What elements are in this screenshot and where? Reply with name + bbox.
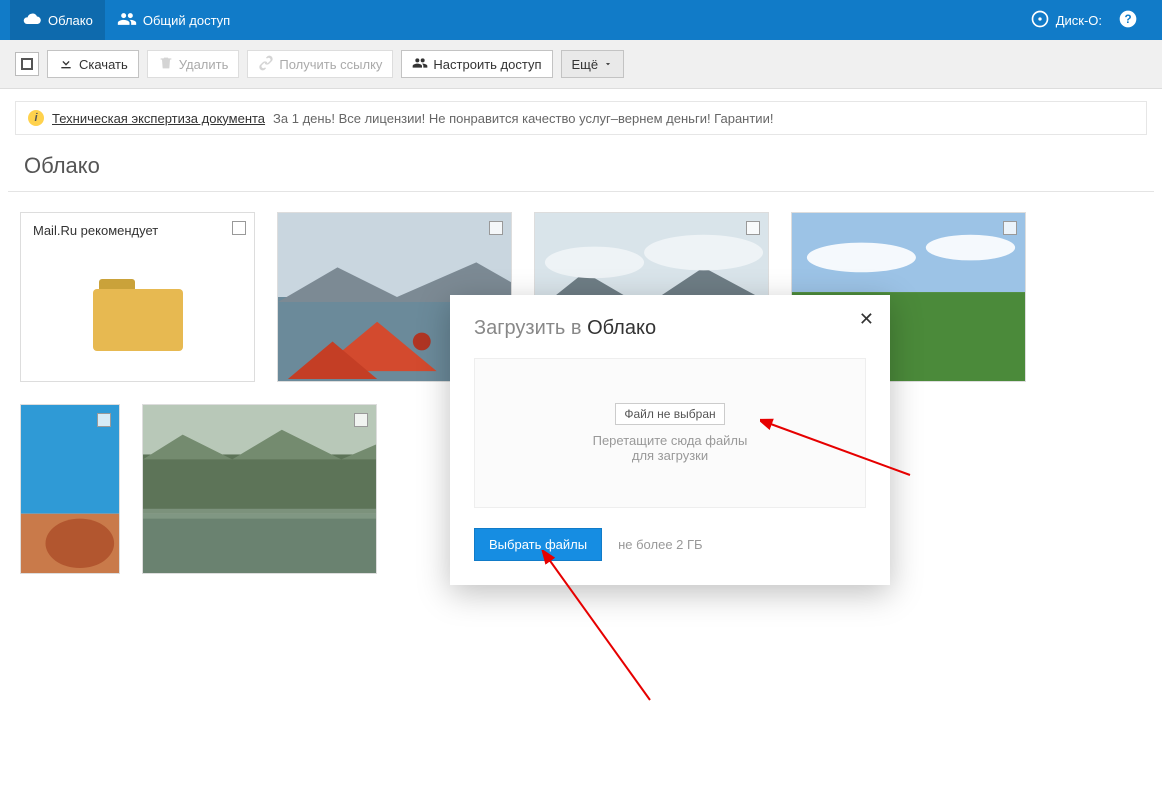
more-button[interactable]: Ещё bbox=[561, 50, 625, 78]
promo-icon: і bbox=[28, 110, 44, 126]
recommend-label: Mail.Ru рекомендует bbox=[21, 213, 254, 248]
image-card[interactable] bbox=[20, 404, 120, 574]
card-checkbox[interactable] bbox=[97, 413, 111, 427]
delete-label: Удалить bbox=[179, 57, 229, 72]
no-file-chip: Файл не выбран bbox=[615, 403, 724, 425]
card-checkbox[interactable] bbox=[232, 221, 246, 235]
disk-icon bbox=[1030, 9, 1050, 32]
nav-cloud[interactable]: Облако bbox=[10, 0, 105, 40]
chevron-down-icon bbox=[603, 57, 613, 72]
dropzone-hint: Перетащите сюда файлы для загрузки bbox=[593, 433, 748, 463]
card-checkbox[interactable] bbox=[354, 413, 368, 427]
folder-thumbnail bbox=[21, 248, 254, 382]
modal-close-button[interactable]: ✕ bbox=[859, 309, 874, 330]
modal-title-strong: Облако bbox=[587, 317, 656, 339]
svg-text:?: ? bbox=[1124, 13, 1131, 26]
dropzone-line1: Перетащите сюда файлы bbox=[593, 433, 748, 448]
nav-right: Диск-О: ? bbox=[1022, 0, 1152, 40]
nav-shared-label: Общий доступ bbox=[143, 13, 230, 28]
nav-shared[interactable]: Общий доступ bbox=[105, 0, 242, 40]
get-link-button: Получить ссылку bbox=[247, 50, 393, 78]
modal-title: Загрузить в Облако bbox=[474, 317, 866, 340]
configure-access-button[interactable]: Настроить доступ bbox=[401, 50, 552, 78]
page-title: Облако bbox=[0, 135, 1162, 191]
upload-limit-hint: не более 2 ГБ bbox=[618, 537, 702, 552]
card-checkbox[interactable] bbox=[746, 221, 760, 235]
upload-modal: ✕ Загрузить в Облако Файл не выбран Пере… bbox=[450, 295, 890, 585]
recommend-card[interactable]: Mail.Ru рекомендует bbox=[20, 212, 255, 382]
users-icon bbox=[412, 55, 428, 74]
nav-disko-label: Диск-О: bbox=[1056, 13, 1102, 28]
delete-button: Удалить bbox=[147, 50, 240, 78]
configure-access-label: Настроить доступ bbox=[433, 57, 541, 72]
promo-text: За 1 день! Все лицензии! Не понравится к… bbox=[273, 111, 773, 126]
help-icon: ? bbox=[1118, 9, 1138, 32]
cloud-icon bbox=[22, 9, 42, 32]
trash-icon bbox=[158, 55, 174, 74]
promo-link[interactable]: Техническая экспертиза документа bbox=[52, 111, 265, 126]
toolbar: Скачать Удалить Получить ссылку Настроит… bbox=[0, 40, 1162, 89]
more-label: Ещё bbox=[572, 57, 599, 72]
nav-help[interactable]: ? bbox=[1110, 0, 1152, 40]
image-thumbnail bbox=[143, 405, 376, 573]
download-label: Скачать bbox=[79, 57, 128, 72]
upload-dropzone[interactable]: Файл не выбран Перетащите сюда файлы для… bbox=[474, 358, 866, 508]
select-files-button[interactable]: Выбрать файлы bbox=[474, 528, 602, 561]
download-icon bbox=[58, 55, 74, 74]
folder-icon bbox=[93, 279, 183, 351]
get-link-label: Получить ссылку bbox=[279, 57, 382, 72]
nav-cloud-label: Облако bbox=[48, 13, 93, 28]
download-button[interactable]: Скачать bbox=[47, 50, 139, 78]
image-card[interactable] bbox=[142, 404, 377, 574]
nav-disko[interactable]: Диск-О: bbox=[1022, 0, 1110, 40]
top-nav: Облако Общий доступ Диск-О: ? bbox=[0, 0, 1162, 40]
link-icon bbox=[258, 55, 274, 74]
users-icon bbox=[117, 9, 137, 32]
image-thumbnail bbox=[21, 405, 119, 573]
dropzone-line2: для загрузки bbox=[593, 448, 748, 463]
modal-title-prefix: Загрузить в bbox=[474, 317, 587, 339]
card-checkbox[interactable] bbox=[489, 221, 503, 235]
select-all-checkbox[interactable] bbox=[15, 52, 39, 76]
card-checkbox[interactable] bbox=[1003, 221, 1017, 235]
close-icon: ✕ bbox=[859, 309, 874, 329]
promo-bar: і Техническая экспертиза документа За 1 … bbox=[15, 101, 1147, 135]
modal-footer: Выбрать файлы не более 2 ГБ bbox=[474, 528, 866, 561]
